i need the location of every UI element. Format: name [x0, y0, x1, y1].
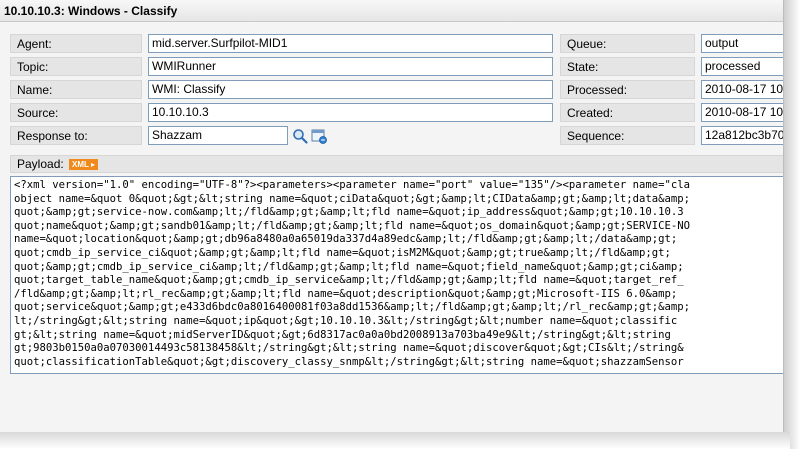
- name-label: Name:: [10, 80, 142, 99]
- payload-line: quot;service&quot;&amp;gt;e433d6bdc0a801…: [14, 301, 691, 314]
- row-name: Name: WMI: Classify Processed: 2010-08-1…: [0, 80, 783, 103]
- payload-label: Payload:: [17, 157, 64, 171]
- agent-label: Agent:: [10, 34, 142, 53]
- row-source: Source: 10.10.10.3 Created: 2010-08-17 1…: [0, 103, 783, 126]
- source-field[interactable]: 10.10.10.3: [148, 103, 553, 122]
- payload-line: gt;9803b0150a0a07030014493c58138458&lt;/…: [14, 342, 684, 355]
- created-label: Created:: [560, 103, 695, 122]
- row-topic: Topic: WMIRunner State: processed: [0, 57, 783, 80]
- processed-field[interactable]: 2010-08-17 10: [701, 80, 783, 99]
- agent-field[interactable]: mid.server.Surfpilot-MID1: [148, 34, 553, 53]
- row-agent: Agent: mid.server.Surfpilot-MID1 Queue: …: [0, 34, 783, 57]
- payload-line: quot;classificationTable&quot;&gt;discov…: [14, 355, 684, 368]
- payload-line: quot;cmdb_ip_service_ci&quot;&amp;gt;&am…: [14, 246, 671, 259]
- payload-line: name=&quot;location&quot;&amp;gt;db96a84…: [14, 233, 678, 246]
- name-field[interactable]: WMI: Classify: [148, 80, 553, 99]
- response-to-label: Response to:: [10, 126, 142, 145]
- topic-field[interactable]: WMIRunner: [148, 57, 553, 76]
- payload-line: <?xml version="1.0" encoding="UTF-8"?><p…: [14, 179, 691, 191]
- payload-line: object name=&quot 0&quot;&gt;&lt;string …: [14, 192, 691, 205]
- window: 10.10.10.3: Windows - Classify Agent: mi…: [0, 0, 784, 433]
- window-shadow-right: [784, 0, 800, 449]
- sequence-label: Sequence:: [560, 126, 695, 145]
- response-to-field[interactable]: Shazzam: [148, 126, 288, 145]
- row-response-to: Response to: Shazzam Sequence: 12a812bc3…: [0, 126, 783, 149]
- payload-line: quot;&amp;gt;service-now.com&amp;lt;/fld…: [14, 206, 684, 219]
- payload-line: quot;&amp;gt;cmdb_ip_service_ci&amp;lt;/…: [14, 260, 684, 273]
- payload-line: quot;name&quot;&amp;gt;sandb01&amp;lt;/f…: [14, 219, 691, 232]
- reference-popup-icon[interactable]: [311, 128, 327, 144]
- payload-line: lt;/string&gt;&lt;string name=&quot;ip&q…: [14, 314, 678, 327]
- payload-textarea[interactable]: <?xml version="1.0" encoding="UTF-8"?><p…: [10, 176, 783, 374]
- xml-badge[interactable]: XML ▸: [69, 159, 99, 171]
- state-select[interactable]: processed: [701, 57, 783, 76]
- payload-line: gt;&lt;string name=&quot;midServerID&quo…: [14, 328, 671, 341]
- topic-label: Topic:: [10, 57, 142, 76]
- sequence-field[interactable]: 12a812bc3b70: [701, 126, 783, 145]
- state-label: State:: [560, 57, 695, 76]
- payload-line: /fld&amp;gt;&amp;lt;rl_rec&amp;gt;&amp;l…: [14, 287, 678, 300]
- source-label: Source:: [10, 103, 142, 122]
- processed-label: Processed:: [560, 80, 695, 99]
- queue-select[interactable]: output: [701, 34, 783, 53]
- queue-label: Queue:: [560, 34, 695, 53]
- magnifier-icon[interactable]: [292, 128, 308, 144]
- window-title: 10.10.10.3: Windows - Classify: [0, 0, 783, 22]
- payload-line: quot;target_table_name&quot;&amp;gt;cmdb…: [14, 274, 684, 287]
- payload-header: Payload: XML ▸: [10, 155, 783, 173]
- window-shadow-bottom: [0, 432, 790, 449]
- created-field[interactable]: 2010-08-17 10: [701, 103, 783, 122]
